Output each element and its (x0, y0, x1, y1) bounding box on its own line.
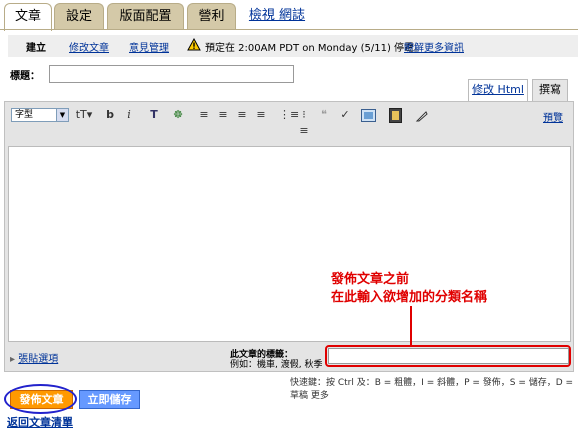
blockquote-icon[interactable]: ❝ (318, 107, 330, 123)
preview-link[interactable]: 預覽 (543, 109, 563, 124)
subnav-create[interactable]: 建立 (26, 39, 46, 54)
subnav-comments[interactable]: 意見管理 (129, 39, 169, 54)
align-center-icon[interactable]: ≡ (217, 107, 229, 123)
tab-layout[interactable]: 版面配置 (107, 3, 184, 30)
labels-example: 例如：機車, 渡假, 秋季 (230, 360, 323, 370)
tab-posts[interactable]: 文章 (4, 3, 52, 31)
italic-icon[interactable]: i (123, 107, 135, 123)
keyboard-shortcuts: 快速鍵：按 Ctrl 及：B = 粗體，I = 斜體，P = 發佈，S = 儲存… (290, 378, 574, 401)
justify-icon[interactable]: ≡ (255, 107, 267, 123)
tab-posts-label: 文章 (14, 9, 41, 24)
annotation-circle (4, 384, 77, 414)
back-to-posts-link[interactable]: 返回文章清單 (7, 414, 73, 430)
numbered-list-icon[interactable]: ⋮≡ (279, 107, 299, 123)
text-color-icon[interactable]: T (147, 107, 161, 123)
spellcheck-icon[interactable]: ✓ (337, 107, 353, 123)
tab-divider (0, 29, 578, 30)
post-options-link[interactable]: ▸ 張貼選項 (10, 350, 58, 365)
tab-settings[interactable]: 設定 (54, 3, 104, 30)
title-label: 標題： (10, 71, 40, 82)
font-size-icon[interactable]: tT▾ (73, 107, 95, 123)
image-icon[interactable] (361, 109, 376, 122)
tab-layout-label: 版面配置 (119, 9, 172, 24)
eraser-icon[interactable] (414, 109, 428, 122)
font-select-value: 字型 (15, 110, 34, 120)
align-right-icon[interactable]: ≡ (236, 107, 248, 123)
learn-more-link[interactable]: 瞭解更多資訊 (404, 39, 464, 54)
bold-icon[interactable]: b (104, 107, 116, 123)
annotation-line-1: 發佈文章之前 (331, 272, 410, 287)
caret-right-icon: ▸ (10, 354, 16, 365)
tab-monetize[interactable]: 營利 (187, 3, 236, 30)
tab-monetize-label: 營利 (198, 9, 225, 24)
post-body-textarea[interactable] (8, 146, 571, 342)
tab-view-blog[interactable]: 檢視 網誌 (246, 3, 308, 30)
annotation-pointer (410, 306, 412, 345)
post-options-label: 張貼選項 (18, 354, 59, 365)
chevron-down-icon: ▼ (56, 109, 68, 121)
tab-compose[interactable]: 撰寫 (532, 79, 568, 101)
outage-notice: 預定在 2:00AM PDT on Monday (5/11) 停電。 (205, 43, 425, 54)
warning-icon (187, 38, 201, 51)
title-input[interactable] (49, 65, 294, 83)
video-icon[interactable] (389, 108, 402, 123)
font-select[interactable]: 字型 ▼ (11, 108, 69, 122)
save-now-button[interactable]: 立即儲存 (79, 390, 140, 409)
annotation-line-2: 在此輸入欲增加的分類名稱 (331, 290, 488, 305)
annotation-text: 發佈文章之前 在此輸入欲增加的分類名稱 (331, 271, 487, 307)
bullet-list-icon[interactable]: ⁝≡ (298, 107, 310, 137)
tab-view-blog-label: 檢視 網誌 (248, 8, 306, 23)
annotation-highlight-box (325, 345, 571, 367)
tab-edit-html[interactable]: 修改 Html (468, 79, 528, 101)
link-icon[interactable]: ☸ (171, 107, 185, 123)
align-left-icon[interactable]: ≡ (198, 107, 210, 123)
tab-settings-label: 設定 (65, 9, 92, 24)
subnav-edit-posts[interactable]: 修改文章 (69, 39, 109, 54)
